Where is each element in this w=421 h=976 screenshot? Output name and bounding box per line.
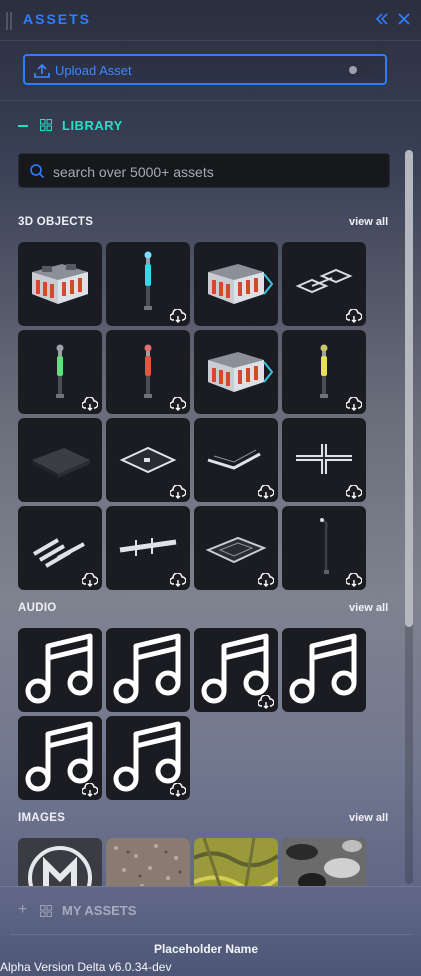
download-cloud-icon[interactable] [346,397,362,411]
scrollbar-thumb[interactable] [405,150,413,627]
asset-tile-road-corner[interactable] [194,418,278,502]
asset-tile-road-pieces[interactable] [282,242,366,326]
asset-tile-beacon-red[interactable] [106,330,190,414]
section-title-images: IMAGES [18,812,66,824]
view-all-3d-objects[interactable]: view all [349,216,388,228]
divider [10,934,412,935]
asset-tile-road-segment[interactable] [106,506,190,590]
grid-icon [40,119,52,131]
close-icon[interactable] [396,11,412,27]
divider [0,886,421,887]
images-row [0,830,405,886]
version-text: Alpha Version Delta v6.0.34-dev [0,960,172,974]
section-title-audio: AUDIO [18,602,57,614]
asset-tile-road-plaza[interactable] [194,506,278,590]
download-cloud-icon[interactable] [82,573,98,587]
download-cloud-icon[interactable] [170,485,186,499]
divider [0,100,421,101]
upload-icon [34,63,50,78]
asset-tile-beacon-cyan[interactable] [106,242,190,326]
search-input[interactable] [51,160,375,184]
asset-tile-generator-crate[interactable] [194,330,278,414]
upload-asset-button[interactable]: Upload Asset [23,54,387,85]
upload-asset-label: Upload Asset [55,63,132,78]
download-cloud-icon[interactable] [258,573,274,587]
search-box [18,153,390,188]
my-assets-label: MY ASSETS [62,903,137,918]
download-cloud-icon[interactable] [346,573,362,587]
asset-tile-generator-crate[interactable] [18,242,102,326]
double-chevron-left-icon[interactable] [374,11,390,27]
asset-tile-road-cross[interactable] [282,418,366,502]
panel-title: ASSETS [23,11,92,27]
assets-panel: ASSETS Upload Asset LIBRARY search over … [0,0,421,976]
download-cloud-icon[interactable] [258,695,274,709]
image-tile-logo[interactable] [18,838,102,886]
audio-tile[interactable] [106,716,190,800]
user-name: Placeholder Name [153,942,259,956]
audio-tile[interactable] [282,628,366,712]
asset-tile-crosswalk[interactable] [18,506,102,590]
music-note-icon [289,633,357,704]
asset-tile-road-square[interactable] [106,418,190,502]
asset-tile-generator-crate[interactable] [194,242,278,326]
library-label: LIBRARY [62,118,123,133]
download-cloud-icon[interactable] [346,485,362,499]
view-all-audio[interactable]: view all [349,602,388,614]
grid-icon [40,905,52,917]
image-tile-noise-texture[interactable] [282,838,366,886]
audio-tile[interactable] [106,628,190,712]
image-tile-gravel-texture[interactable] [106,838,190,886]
expand-plus-icon: + [18,901,28,918]
search-icon [30,164,45,179]
asset-tile-ground-tile[interactable] [18,418,102,502]
image-tile-moss-texture[interactable] [194,838,278,886]
view-all-images[interactable]: view all [349,812,388,824]
section-title-3d-objects: 3D OBJECTS [18,216,94,228]
asset-tile-street-lamp[interactable] [282,506,366,590]
panel-header: ASSETS [0,0,421,41]
download-cloud-icon[interactable] [258,485,274,499]
download-cloud-icon[interactable] [170,783,186,797]
audio-tile[interactable] [18,716,102,800]
download-cloud-icon[interactable] [82,783,98,797]
download-cloud-icon[interactable] [82,397,98,411]
asset-tile-beacon-yellow[interactable] [282,330,366,414]
drag-handle[interactable] [6,12,12,30]
download-cloud-icon[interactable] [170,573,186,587]
asset-tile-beacon-green[interactable] [18,330,102,414]
download-cloud-icon[interactable] [170,309,186,323]
audio-tile[interactable] [194,628,278,712]
upload-toggle[interactable] [347,64,375,76]
download-cloud-icon[interactable] [170,397,186,411]
music-note-icon [113,633,181,704]
audio-tile[interactable] [18,628,102,712]
music-note-icon [25,633,93,704]
scrollbar[interactable] [405,150,413,884]
download-cloud-icon[interactable] [346,309,362,323]
collapse-minus-icon [18,125,28,127]
